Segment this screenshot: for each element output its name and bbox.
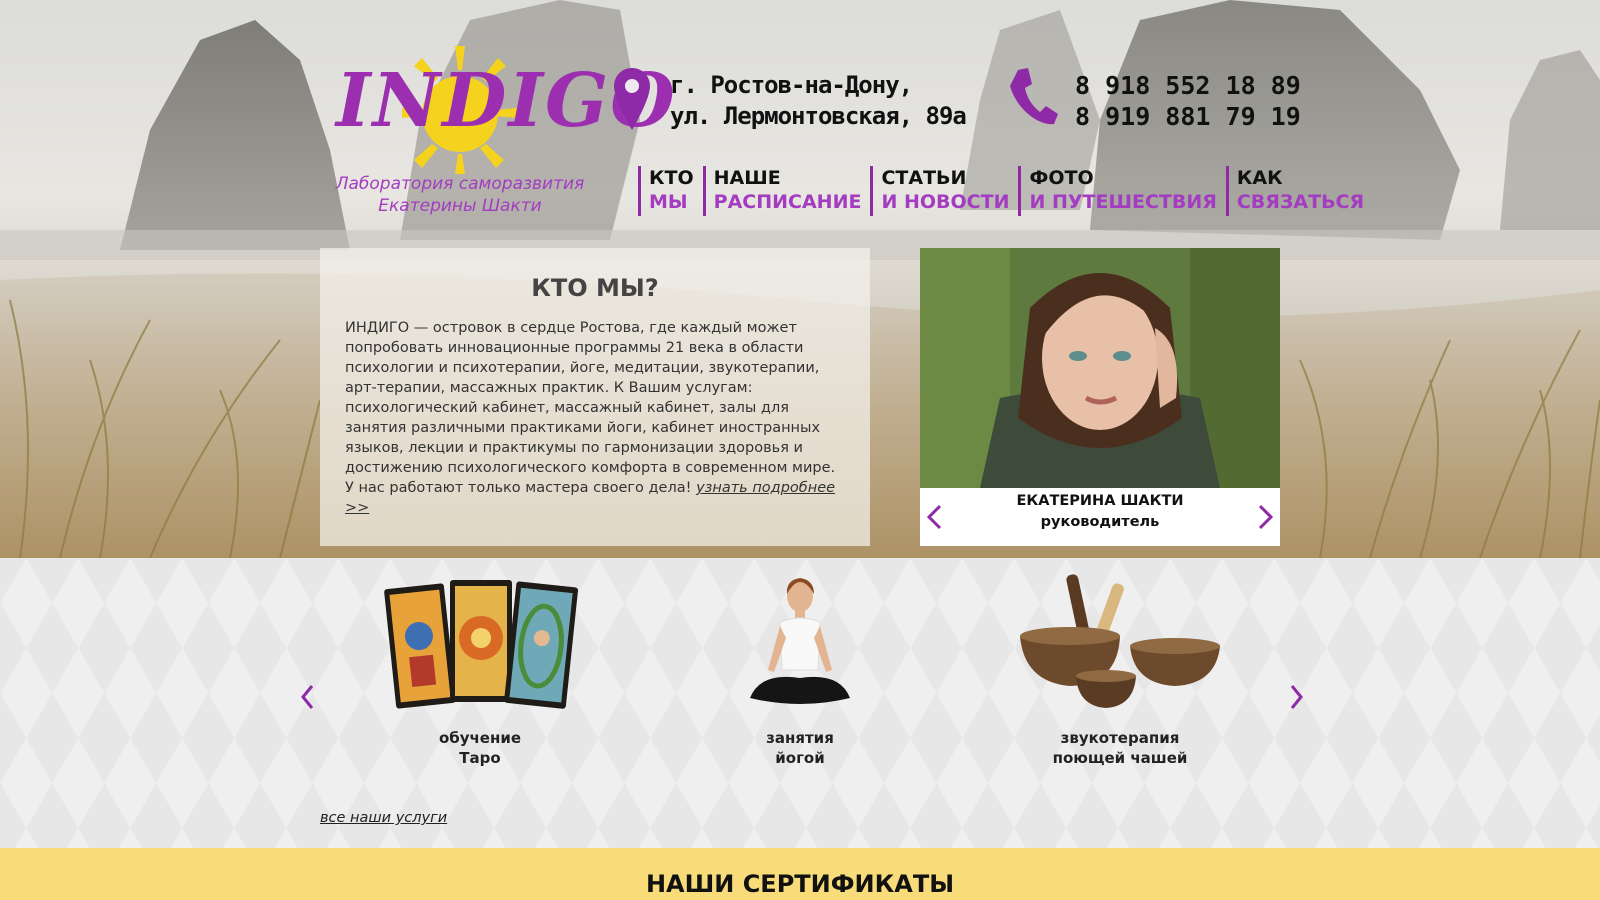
about-panel: КТО МЫ? ИНДИГО — островок в сердце Росто… (320, 248, 870, 546)
address-line-1: г. Ростов-на-Дону, (670, 71, 913, 99)
person-slider: ЕКАТЕРИНА ШАКТИ руководитель (920, 248, 1280, 546)
person-name: ЕКАТЕРИНА ШАКТИ (1016, 493, 1184, 509)
logo[interactable]: INDIGO Лаборатория саморазвития Екатерин… (320, 40, 677, 220)
services-carousel: обучение Таро занятия йогой звукотерапия… (0, 558, 1600, 848)
logo-tagline: Лаборатория саморазвития Екатерины Шакти (320, 173, 600, 217)
nav-label-bottom: СВЯЗАТЬСЯ (1236, 191, 1365, 213)
nav-item-articles[interactable]: СТАТЬИ И НОВОСТИ (870, 166, 1009, 216)
phone-number-1[interactable]: 8 918 552 18 89 (1075, 70, 1301, 101)
nav-label-top: КАК (1236, 167, 1283, 189)
chevron-right-icon[interactable] (1290, 684, 1304, 710)
service-label: занятия йогой (690, 728, 910, 768)
certificates-title: НАШИ СЕРТИФИКАТЫ (645, 870, 955, 898)
chevron-left-icon[interactable] (300, 684, 314, 710)
tagline-line-2: Екатерины Шакти (378, 196, 542, 216)
service-label-line-1: занятия (766, 729, 834, 747)
nav-label-bottom: И ПУТЕШЕСТВИЯ (1029, 191, 1217, 213)
nav-label-bottom: МЫ (649, 191, 688, 213)
certificates-section: НАШИ СЕРТИФИКАТЫ (0, 848, 1600, 900)
phone-number-2[interactable]: 8 919 881 79 19 (1075, 101, 1301, 132)
tarot-cards-image (370, 566, 590, 716)
nav-label-bottom: И НОВОСТИ (881, 191, 1010, 213)
about-body: ИНДИГО — островок в сердце Ростова, где … (345, 320, 836, 496)
nav-item-about[interactable]: КТО МЫ (638, 166, 694, 216)
chevron-right-icon[interactable] (1258, 504, 1274, 530)
phone-numbers: 8 918 552 18 89 8 919 881 79 19 (1075, 70, 1301, 132)
service-label-line-2: поющей чашей (1052, 749, 1188, 767)
nav-label-top: СТАТЬИ (881, 167, 967, 189)
address-line-2: ул. Лермонтовская, 89а (670, 102, 967, 130)
all-services-link[interactable]: все наши услуги (320, 810, 447, 826)
service-label: звукотерапия поющей чашей (1010, 728, 1230, 768)
location-pin-icon (614, 68, 650, 130)
about-title: КТО МЫ? (531, 274, 659, 302)
person-role: руководитель (1040, 514, 1160, 530)
singing-bowls-image (1010, 566, 1230, 716)
address: г. Ростов-на-Дону, ул. Лермонтовская, 89… (670, 70, 967, 132)
person-caption: ЕКАТЕРИНА ШАКТИ руководитель (920, 491, 1280, 533)
service-label-line-1: обучение (438, 729, 522, 747)
service-yoga[interactable]: занятия йогой (690, 566, 910, 768)
nav-label-bottom: РАСПИСАНИЕ (713, 191, 862, 213)
nav-label-top: ФОТО (1029, 167, 1094, 189)
nav-label-top: НАШЕ (713, 167, 781, 189)
nav-item-schedule[interactable]: НАШЕ РАСПИСАНИЕ (702, 166, 862, 216)
person-photo (920, 248, 1280, 488)
service-label: обучение Таро (370, 728, 590, 768)
service-tarot[interactable]: обучение Таро (370, 566, 590, 768)
about-text: ИНДИГО — островок в сердце Ростова, где … (345, 318, 844, 518)
service-label-line-2: Таро (459, 749, 501, 767)
phone-icon (1010, 68, 1058, 125)
service-label-line-2: йогой (775, 749, 825, 767)
logo-wordmark: INDIGO (336, 58, 677, 144)
tagline-line-1: Лаборатория саморазвития (335, 174, 585, 194)
hero-section: INDIGO Лаборатория саморазвития Екатерин… (0, 0, 1600, 558)
main-nav: КТО МЫ НАШЕ РАСПИСАНИЕ СТАТЬИ И НОВОСТИ … (638, 166, 1373, 216)
service-singing-bowls[interactable]: звукотерапия поющей чашей (1010, 566, 1230, 768)
yoga-image (690, 566, 910, 716)
nav-item-contacts[interactable]: КАК СВЯЗАТЬСЯ (1225, 166, 1365, 216)
service-label-line-1: звукотерапия (1060, 729, 1180, 747)
nav-item-photos[interactable]: ФОТО И ПУТЕШЕСТВИЯ (1018, 166, 1217, 216)
nav-label-top: КТО (649, 167, 694, 189)
